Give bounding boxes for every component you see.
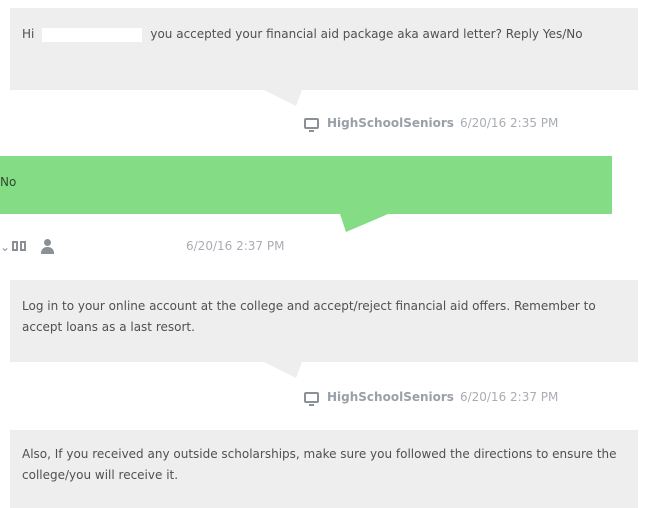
timestamp: 6/20/16 2:37 PM [186, 239, 285, 253]
message-greeting: Hi [22, 27, 35, 41]
message-text: Also, If you received any outside schola… [22, 447, 617, 482]
bubble-tail [264, 90, 302, 106]
sender-name: HighSchoolSeniors [327, 390, 454, 404]
redacted-name [42, 27, 143, 42]
book-icon[interactable] [12, 241, 28, 253]
outgoing-message: No [0, 156, 612, 232]
message-text: you accepted your financial aid package … [150, 27, 583, 41]
bubble-tail [340, 214, 388, 232]
timestamp: 6/20/16 2:35 PM [459, 116, 559, 130]
incoming-message-2: Log in to your online account at the col… [10, 280, 638, 378]
sms-icon [304, 117, 319, 132]
timestamp: 6/20/16 2:37 PM [459, 390, 559, 404]
message-meta-2: HighSchoolSeniors 6/20/16 2:37 PM [304, 390, 559, 406]
sms-icon [304, 391, 319, 406]
reply-meta: ⌄ 6/20/16 2:37 PM [0, 236, 420, 258]
bubble-tail [264, 362, 302, 378]
message-meta-1: HighSchoolSeniors 6/20/16 2:35 PM [304, 116, 559, 132]
message-text: Log in to your online account at the col… [22, 299, 596, 334]
sender-name: HighSchoolSeniors [327, 116, 454, 130]
incoming-message-3: Also, If you received any outside schola… [10, 430, 638, 508]
incoming-message-1: Hi you accepted your financial aid packag… [10, 8, 638, 106]
person-icon[interactable] [40, 239, 54, 255]
message-text: No [0, 175, 17, 189]
chevron-down-icon[interactable]: ⌄ [0, 240, 10, 254]
